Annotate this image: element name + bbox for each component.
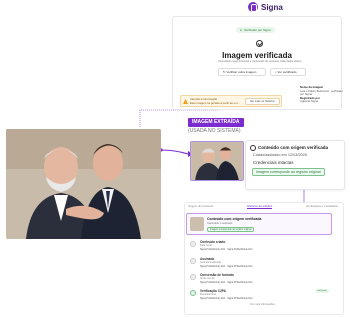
meta-value-registered: Agência Signa (300, 99, 319, 103)
signa-logo-icon (248, 2, 258, 12)
timeline-dot-icon (190, 258, 196, 264)
view-more-link[interactable]: Ver mais informações (250, 303, 275, 306)
origin-match-badge: Imagem corresponde ao registro original (252, 168, 325, 176)
image-metadata: Nome da imagem Lula e Flávio Bolsonaro, … (300, 85, 344, 104)
origin-title: Conteúdo com origem verificada (258, 145, 329, 150)
warning-text: Atenção à informação Esta imagem foi ger… (190, 97, 240, 105)
page-subtitle: Consultado nosso protocolo e credenciais… (218, 60, 302, 63)
timeline-item-detail: Signa Profile/Dorian Dior · Signa Profil… (200, 282, 253, 284)
timeline-item[interactable]: Conteúdo criado Data inicial Signa Profi… (190, 239, 330, 253)
warning-banner: Atenção à informação Esta imagem foi ger… (180, 95, 282, 107)
timeline-dot-icon (190, 274, 196, 280)
check-circle-icon (250, 145, 256, 151)
timeline-item-date: Data inicial (200, 244, 212, 247)
shield-icon: ● (240, 28, 242, 32)
warning-icon (183, 99, 188, 104)
warning-description: Esta imagem foi gerada a partir de um... (190, 100, 240, 105)
timeline-check-icon (190, 290, 196, 296)
verify-another-label: Verificar outra imagem (226, 70, 257, 74)
view-history-button[interactable]: Ver mais no histórico (245, 98, 280, 105)
check-circle-icon (256, 40, 263, 47)
timeline-item-detail: Signa Profile/Dorian Dior · Signa Profil… (200, 266, 253, 268)
timeline-item[interactable]: Assinado Assinatura aplicada Signa Profi… (190, 256, 330, 270)
timeline-item-date: Resultado final (200, 293, 216, 296)
history-tabs: Origem do conteúdo Histórico de edições … (188, 204, 338, 209)
verified-status-badge: Verificado (315, 289, 329, 293)
highlight-title: Conteúdo com origem verificada (207, 217, 262, 221)
thumbnail-illustration (191, 142, 243, 180)
verified-badge-label: Verificado por Signa (243, 28, 271, 32)
extracted-image-subtitle: (USADA NO SISTEMA) (188, 128, 241, 134)
brand-header: Signa (248, 2, 283, 12)
timeline-item-date: Assinatura aplicada (200, 261, 221, 264)
highlight-match-pill: Imagem corresponde ao registro original (207, 227, 255, 232)
view-certificate-label: Ver certificado (277, 70, 297, 74)
timeline-item-date: Ajuste técnico (200, 277, 215, 280)
timeline-item[interactable]: Conversão de formato Ajuste técnico Sign… (190, 272, 330, 286)
history-highlight-row[interactable]: Conteúdo com origem verificada Capturado… (186, 213, 332, 235)
view-certificate-button[interactable]: ⌕ Ver certificado (270, 68, 306, 76)
extracted-image-tag: IMAGEM EXTRAÍDA (188, 118, 244, 127)
verified-badge: ● Verificado por Signa (236, 27, 275, 33)
origin-created-date: Criado/assinado em 12/03/2025 (253, 153, 307, 157)
tab-origin[interactable]: Origem do conteúdo (188, 204, 213, 209)
verify-another-button[interactable]: ↻ Verificar outra imagem (218, 68, 266, 76)
brand-name: Signa (261, 2, 283, 12)
timeline-dot-icon (190, 241, 196, 247)
source-photo (6, 129, 161, 239)
origin-credentials: Credenciais intactas (253, 160, 294, 165)
timeline-item[interactable]: Verificação C2PA Resultado final Signa P… (190, 288, 330, 302)
tab-metadata[interactable]: Verificações e metadados (306, 204, 338, 209)
origin-verified-card: Conteúdo com origem verificada Criado/as… (245, 140, 345, 190)
photo-illustration (6, 129, 161, 239)
tab-edit-history[interactable]: Histórico de edições (247, 204, 273, 209)
highlight-subtitle: Capturado e assinado (207, 222, 233, 225)
timeline-item-detail: Signa Profile/Dorian Dior · Signa Profil… (200, 298, 253, 300)
page-title: Imagem verificada (222, 51, 292, 60)
row-thumbnail (190, 217, 204, 231)
timeline-item-detail: Signa Profile/Dorian Dior · Signa Profil… (200, 249, 253, 251)
extracted-photo-thumbnail (190, 141, 244, 181)
